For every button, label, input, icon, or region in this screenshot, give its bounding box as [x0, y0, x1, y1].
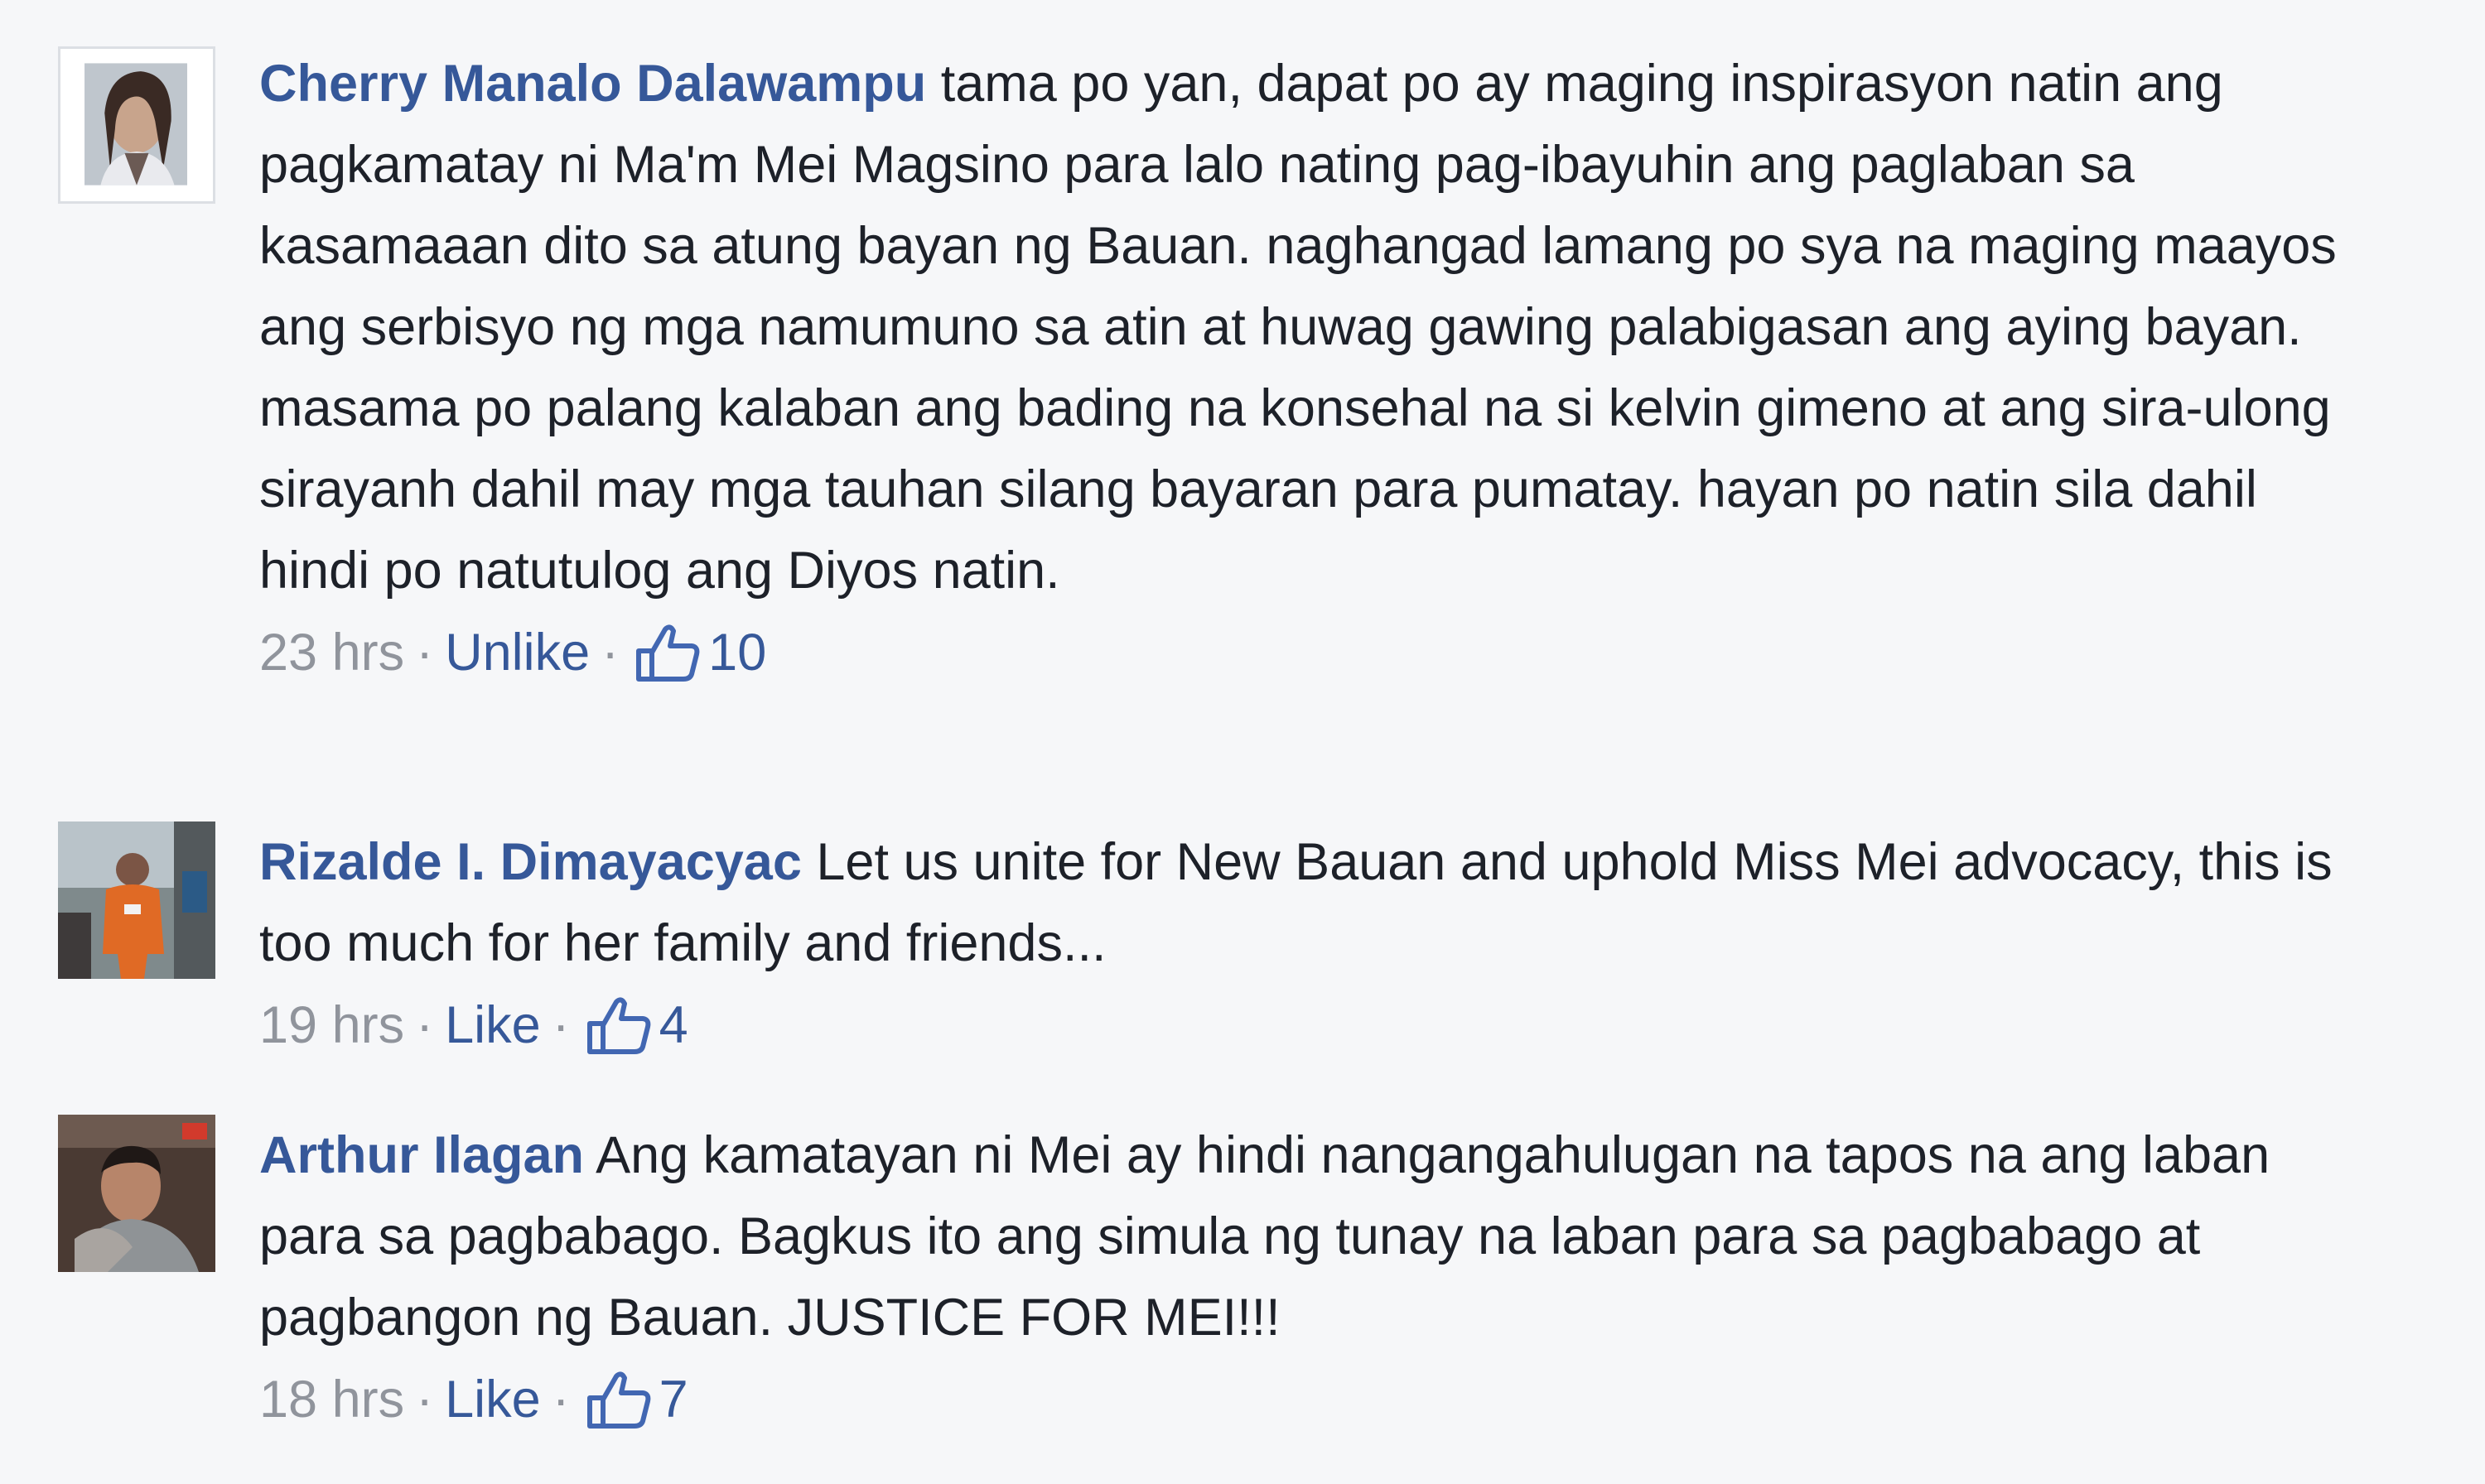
like-count[interactable]: 10 — [708, 619, 766, 686]
avatar-photo — [58, 1115, 215, 1272]
comment-author-link[interactable]: Arthur Ilagan — [259, 1126, 584, 1184]
avatar[interactable] — [58, 1115, 215, 1272]
comment-text: Rizalde I. Dimayacyac Let us unite for N… — [259, 822, 2363, 984]
thumbs-up-icon[interactable] — [585, 1368, 653, 1431]
separator: · — [416, 624, 434, 682]
comment-timestamp[interactable]: 19 hrs — [259, 992, 404, 1058]
avatar[interactable] — [58, 46, 215, 204]
avatar-photo — [58, 822, 215, 979]
comment-text: Arthur Ilagan Ang kamatayan ni Mei ay hi… — [259, 1115, 2363, 1358]
comment-text: Cherry Manalo Dalawampu tama po yan, dap… — [259, 43, 2363, 611]
comment-meta: 19 hrs · Like · 4 — [259, 992, 2363, 1058]
like-button[interactable]: Like — [445, 1366, 541, 1433]
avatar[interactable] — [58, 822, 215, 979]
comment-timestamp[interactable]: 23 hrs — [259, 619, 404, 686]
unlike-button[interactable]: Unlike — [445, 619, 590, 686]
separator: · — [416, 996, 434, 1054]
thumbs-up-icon[interactable] — [585, 994, 653, 1057]
avatar-photo — [60, 49, 213, 201]
comment-timestamp[interactable]: 18 hrs — [259, 1366, 404, 1433]
like-count[interactable]: 7 — [659, 1366, 688, 1433]
comment-author-link[interactable]: Cherry Manalo Dalawampu — [259, 55, 926, 113]
like-button[interactable]: Like — [445, 992, 541, 1058]
like-count[interactable]: 4 — [659, 992, 688, 1058]
comment-author-link[interactable]: Rizalde I. Dimayacyac — [259, 833, 802, 891]
separator: · — [552, 996, 570, 1054]
thumbs-up-icon[interactable] — [634, 621, 702, 684]
separator: · — [552, 1371, 570, 1429]
comment-meta: 23 hrs · Unlike · 10 — [259, 619, 2363, 686]
comment-meta: 18 hrs · Like · 7 — [259, 1366, 2363, 1433]
separator: · — [416, 1371, 434, 1429]
comment-body: tama po yan, dapat po ay maging inspiras… — [259, 55, 2337, 600]
separator: · — [601, 624, 620, 682]
